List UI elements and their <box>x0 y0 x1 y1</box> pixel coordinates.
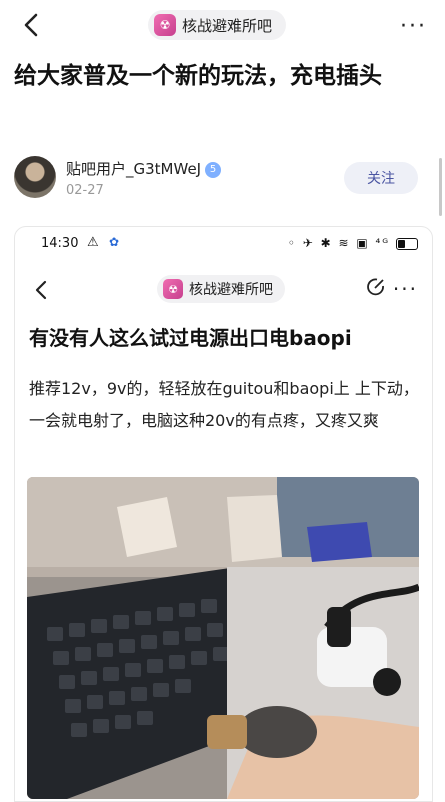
level-badge: 5 <box>205 161 222 178</box>
edit-icon <box>367 278 384 296</box>
chevron-left-icon[interactable] <box>20 12 44 38</box>
status-time: 14:30 <box>41 236 79 251</box>
author-name[interactable]: 贴吧用户_G3tMWeJ <box>66 160 201 178</box>
forum-avatar-icon: ☢ <box>154 14 176 36</box>
warning-icon: ⚠ <box>87 235 99 250</box>
signal-icons: ◦ ✈ ✱ ≋ ▣ ⁴ᴳ <box>287 236 391 250</box>
top-navigation-bar: ☢ 核战避难所吧 ··· <box>0 0 445 50</box>
system-status-icons: ◦ ✈ ✱ ≋ ▣ ⁴ᴳ <box>288 236 418 250</box>
author-row: 贴吧用户_G3tMWeJ 5 02-27 关注 <box>14 156 434 206</box>
more-dots-icon[interactable]: ··· <box>400 14 427 39</box>
inner-forum-name: 核战避难所吧 <box>189 282 273 298</box>
post-title: 给大家普及一个新的玩法，充电插头 <box>14 63 382 89</box>
post-date: 02-27 <box>66 183 104 198</box>
inner-post-body: 推荐12v，9v的，轻轻放在guitou和baopi上 上下动，一会就电射了，电… <box>29 379 419 430</box>
more-dots-icon: ··· <box>392 277 418 301</box>
embedded-screenshot: 14:30 ⚠ ✿ ◦ ✈ ✱ ≋ ▣ ⁴ᴳ ☢ 核战避难所吧 ··· 有没有人… <box>14 226 433 802</box>
avatar[interactable] <box>14 156 56 198</box>
inner-navigation-bar: ☢ 核战避难所吧 ··· <box>15 271 432 311</box>
forum-avatar-icon: ☢ <box>163 279 183 299</box>
forum-name: 核战避难所吧 <box>182 16 273 35</box>
battery-icon <box>396 237 418 250</box>
post-photo <box>27 477 419 799</box>
status-bar: 14:30 ⚠ ✿ ◦ ✈ ✱ ≋ ▣ ⁴ᴳ <box>15 227 432 263</box>
inner-forum-pill: ☢ 核战避难所吧 <box>157 275 285 303</box>
scrollbar[interactable] <box>439 158 442 216</box>
forum-name-pill[interactable]: ☢ 核战避难所吧 <box>148 10 287 40</box>
inner-post-title: 有没有人这么试过电源出口电baopi <box>29 326 352 350</box>
settings-icon: ✿ <box>109 235 120 249</box>
follow-button[interactable]: 关注 <box>344 162 418 194</box>
chevron-left-icon <box>35 280 47 300</box>
